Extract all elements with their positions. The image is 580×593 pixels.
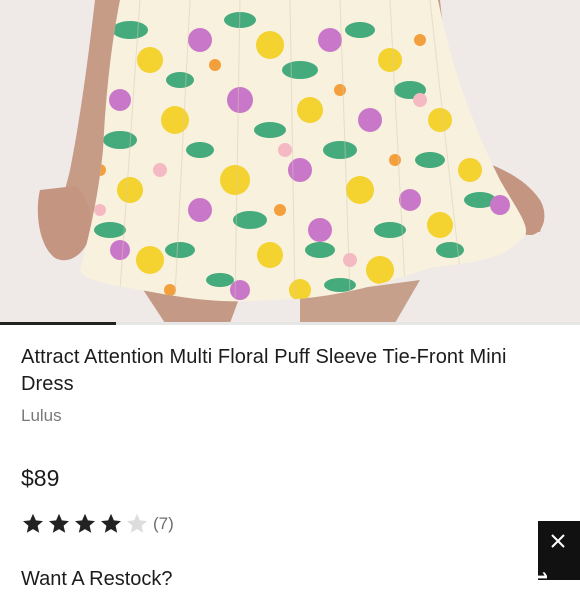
star-icon bbox=[23, 513, 43, 533]
product-title: Attract Attention Multi Floral Puff Slee… bbox=[21, 346, 507, 395]
product-image[interactable] bbox=[0, 0, 580, 323]
star-icon bbox=[49, 513, 69, 533]
brand-link[interactable]: Lulus bbox=[21, 406, 62, 426]
gallery-progress-indicator bbox=[0, 322, 116, 325]
product-price: $89 bbox=[21, 465, 60, 491]
promo-text: 10 bbox=[528, 571, 550, 593]
star-icon bbox=[75, 513, 95, 533]
star-icon bbox=[101, 513, 121, 533]
rating-count[interactable]: (7) bbox=[153, 514, 174, 534]
promo-tab[interactable]: 10 bbox=[528, 521, 580, 593]
rating-stars bbox=[21, 512, 151, 536]
close-icon[interactable] bbox=[548, 531, 568, 551]
star-outline-icon bbox=[127, 513, 147, 533]
gallery-progress-track bbox=[0, 322, 580, 325]
rating[interactable]: (7) bbox=[21, 510, 174, 538]
